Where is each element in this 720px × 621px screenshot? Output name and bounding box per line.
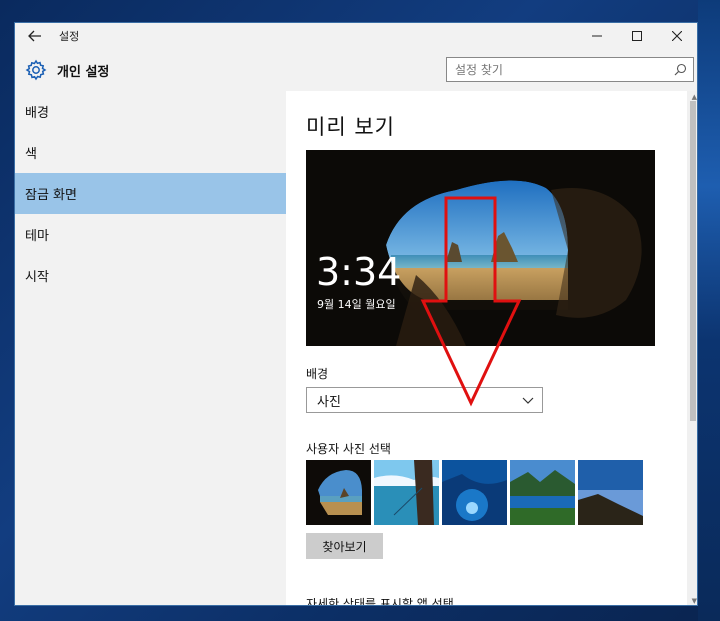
sidebar-item-label: 배경: [25, 106, 49, 121]
vertical-scrollbar[interactable]: ▲ ▼: [687, 91, 697, 605]
scroll-thumb[interactable]: [690, 101, 696, 421]
sidebar-item-label: 잠금 화면: [25, 188, 77, 203]
sidebar-item-start[interactable]: 시작: [15, 255, 286, 296]
photo-thumbnail[interactable]: [442, 460, 507, 525]
search-input[interactable]: [447, 62, 667, 77]
photo-thumbnail-image: [442, 460, 507, 525]
desktop-background: [698, 0, 720, 621]
photo-thumbnail[interactable]: [578, 460, 643, 525]
background-dropdown-value: 사진: [317, 394, 341, 410]
preview-time: 3:34: [316, 250, 402, 294]
lock-screen-preview: 3:34 9월 14일 월요일: [306, 150, 655, 346]
photo-thumbnail-image: [374, 460, 439, 525]
maximize-icon: [632, 31, 642, 41]
photo-thumbnail-image: [306, 460, 371, 525]
close-icon: [672, 31, 682, 41]
minimize-icon: [592, 35, 602, 37]
sidebar: 배경 색 잠금 화면 테마 시작: [15, 91, 286, 605]
settings-header: 개인 설정: [15, 49, 697, 91]
background-dropdown[interactable]: 사진: [306, 387, 543, 413]
chevron-down-icon: [522, 397, 534, 404]
search-box[interactable]: [446, 57, 694, 82]
settings-window: 설정 개인 설정 설정 찾기 배경 색 잠금 화면 테마 시작 미리 보기 3:…: [14, 22, 698, 606]
sidebar-item-themes[interactable]: 테마: [15, 214, 286, 255]
close-button[interactable]: [657, 23, 697, 49]
back-button[interactable]: [15, 23, 55, 49]
background-label: 배경: [306, 367, 329, 381]
title-bar: 설정: [15, 23, 697, 49]
minimize-button[interactable]: [577, 23, 617, 49]
page-title: 미리 보기: [306, 115, 395, 139]
sidebar-item-label: 색: [25, 147, 37, 162]
scroll-down-icon[interactable]: ▼: [692, 597, 697, 605]
photo-thumbnail[interactable]: [510, 460, 575, 525]
browse-button[interactable]: 찾아보기: [306, 533, 383, 559]
page-header-title: 개인 설정: [57, 64, 110, 80]
window-title: 설정: [59, 30, 80, 43]
search-icon[interactable]: [674, 63, 687, 76]
photo-thumbnails: [306, 460, 643, 525]
back-arrow-icon: [28, 30, 41, 42]
scroll-up-icon[interactable]: ▲: [692, 93, 697, 101]
photo-thumbnail-image: [510, 460, 575, 525]
sidebar-item-label: 시작: [25, 270, 49, 285]
sidebar-item-background[interactable]: 배경: [15, 91, 286, 132]
maximize-button[interactable]: [617, 23, 657, 49]
photo-thumbnail[interactable]: [306, 460, 371, 525]
preview-date: 9월 14일 월요일: [317, 298, 396, 311]
preview-image: [306, 150, 655, 346]
sidebar-item-color[interactable]: 색: [15, 132, 286, 173]
sidebar-item-label: 테마: [25, 229, 49, 244]
main-content: 미리 보기 3:34 9월 14일 월요일 배경 사진 사용자 사진 선택 찾아…: [286, 91, 697, 606]
photo-thumbnail[interactable]: [374, 460, 439, 525]
detailed-status-label: 자세한 상태를 표시할 앱 선택: [306, 597, 454, 606]
gear-icon: [25, 59, 47, 81]
sidebar-item-lock-screen[interactable]: 잠금 화면: [15, 173, 286, 214]
choose-photo-label: 사용자 사진 선택: [306, 442, 391, 456]
photo-thumbnail-image: [578, 460, 643, 525]
